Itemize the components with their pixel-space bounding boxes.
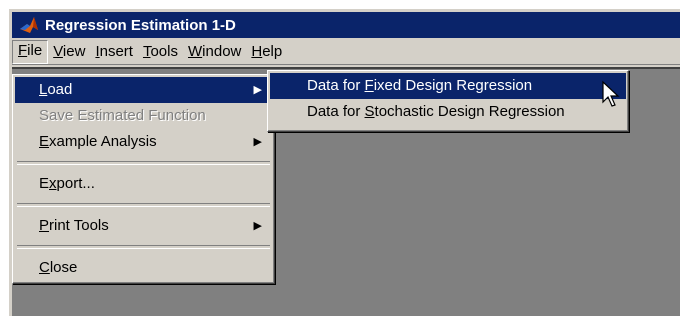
window-title: Regression Estimation 1-D — [45, 16, 236, 34]
title-bar[interactable]: Regression Estimation 1-D — [12, 12, 680, 38]
menu-item-stochastic-pre: Data for — [307, 103, 365, 120]
menu-help[interactable]: Help — [246, 41, 287, 63]
menu-item-fixed-label: ixed Design Regression — [373, 77, 533, 94]
menu-item-export-label: port... — [56, 175, 95, 192]
menu-tools-label: ools — [150, 43, 178, 60]
menu-file-label: ile — [27, 42, 43, 59]
menu-window[interactable]: Window — [183, 41, 246, 63]
menu-item-print-tools[interactable]: Print Tools ▶ — [15, 213, 272, 239]
menu-item-export-pre: E — [39, 175, 50, 192]
menu-help-accel: H — [251, 43, 263, 60]
menu-item-data-fixed-design[interactable]: Data for Fixed Design Regression — [270, 73, 626, 99]
triangle-right-icon: ▶ — [253, 136, 262, 148]
menu-item-stochastic-label: tochastic Design Regression — [374, 103, 565, 120]
menu-item-print-accel: P — [39, 217, 50, 234]
menu-separator — [17, 161, 270, 165]
menu-window-label: indow — [202, 43, 242, 60]
menu-file[interactable]: File — [12, 40, 49, 64]
menu-help-label: elp — [262, 43, 283, 60]
menu-item-example-accel: E — [39, 133, 50, 150]
menu-item-print-label: rint Tools — [49, 217, 109, 234]
menu-separator — [17, 203, 270, 207]
menu-item-data-stochastic-design[interactable]: Data for Stochastic Design Regression — [270, 99, 626, 125]
menu-bar: File View Insert Tools Window Help — [12, 40, 680, 65]
file-menu: Load ▶ Save Estimated Function Example A… — [12, 74, 275, 284]
menu-file-accel: F — [18, 42, 28, 59]
menu-item-export-accel: x — [49, 175, 57, 192]
load-submenu: Data for Fixed Design Regression Data fo… — [267, 70, 629, 132]
menu-item-export[interactable]: Export... — [15, 171, 272, 197]
matlab-logo-icon — [18, 14, 40, 36]
menu-item-close[interactable]: Close — [15, 255, 272, 281]
mouse-pointer-icon — [602, 80, 620, 107]
menu-item-close-label: lose — [49, 259, 78, 276]
menu-tools[interactable]: Tools — [138, 41, 183, 63]
menu-view-accel: V — [53, 43, 63, 60]
menu-item-load-label: oad — [47, 81, 73, 98]
menu-item-example-analysis[interactable]: Example Analysis ▶ — [15, 129, 272, 155]
triangle-right-icon: ▶ — [253, 84, 262, 96]
menu-item-fixed-pre: Data for — [307, 77, 365, 94]
menu-insert-label: nsert — [99, 43, 133, 60]
menu-item-close-accel: C — [39, 259, 50, 276]
triangle-right-icon: ▶ — [253, 220, 262, 232]
menu-view[interactable]: View — [48, 41, 90, 63]
menu-item-fixed-accel: F — [364, 77, 374, 94]
menu-window-accel: W — [188, 43, 203, 60]
menu-view-label: iew — [62, 43, 86, 60]
menu-item-save-estimated-function: Save Estimated Function — [15, 103, 272, 129]
menu-insert[interactable]: Insert — [90, 41, 138, 63]
menu-item-save-label: Save Estimated Function — [39, 107, 206, 124]
menu-item-stochastic-accel: S — [364, 103, 375, 120]
menu-item-example-label: xample Analysis — [49, 133, 157, 150]
menu-item-load[interactable]: Load ▶ — [15, 77, 272, 103]
menu-separator — [17, 245, 270, 249]
